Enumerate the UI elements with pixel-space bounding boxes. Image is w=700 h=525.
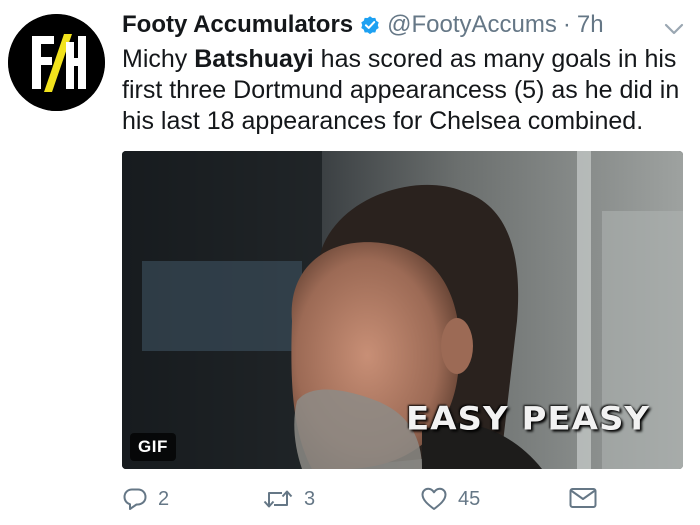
- retweet-icon: [263, 490, 293, 508]
- like-count: 45: [458, 487, 481, 510]
- retweet-count: 3: [304, 487, 316, 510]
- separator-dot: ·: [562, 11, 571, 38]
- like-button[interactable]: 45: [420, 486, 480, 512]
- avatar[interactable]: [8, 14, 105, 111]
- gif-caption: EASY PEASY: [406, 400, 651, 438]
- reply-button[interactable]: 2: [122, 486, 169, 512]
- gif-media[interactable]: EASY PEASY GIF: [122, 151, 683, 469]
- retweet-button[interactable]: 3: [262, 486, 315, 512]
- direct-message-button[interactable]: [568, 486, 608, 510]
- gif-badge: GIF: [130, 433, 176, 461]
- chevron-down-icon[interactable]: [662, 20, 686, 38]
- heart-icon: [421, 487, 447, 510]
- tweet-timestamp[interactable]: 7h: [577, 10, 604, 40]
- verified-badge-icon: [359, 14, 381, 36]
- tweet-actions: 2 3 45: [122, 486, 622, 520]
- tweet-text: Michy Batshuayi has scored as many goals…: [122, 44, 692, 137]
- footy-accumulators-logo: [8, 14, 105, 111]
- reply-icon: [123, 488, 147, 510]
- tweet-header: Footy Accumulators @FootyAccums · 7h: [122, 10, 604, 40]
- tweet-text-start: Michy: [122, 45, 195, 73]
- reply-count: 2: [158, 487, 170, 510]
- account-handle[interactable]: @FootyAccums: [387, 10, 557, 40]
- envelope-icon: [569, 488, 597, 508]
- tweet-text-bold: Batshuayi: [194, 45, 314, 73]
- account-name[interactable]: Footy Accumulators: [122, 10, 353, 40]
